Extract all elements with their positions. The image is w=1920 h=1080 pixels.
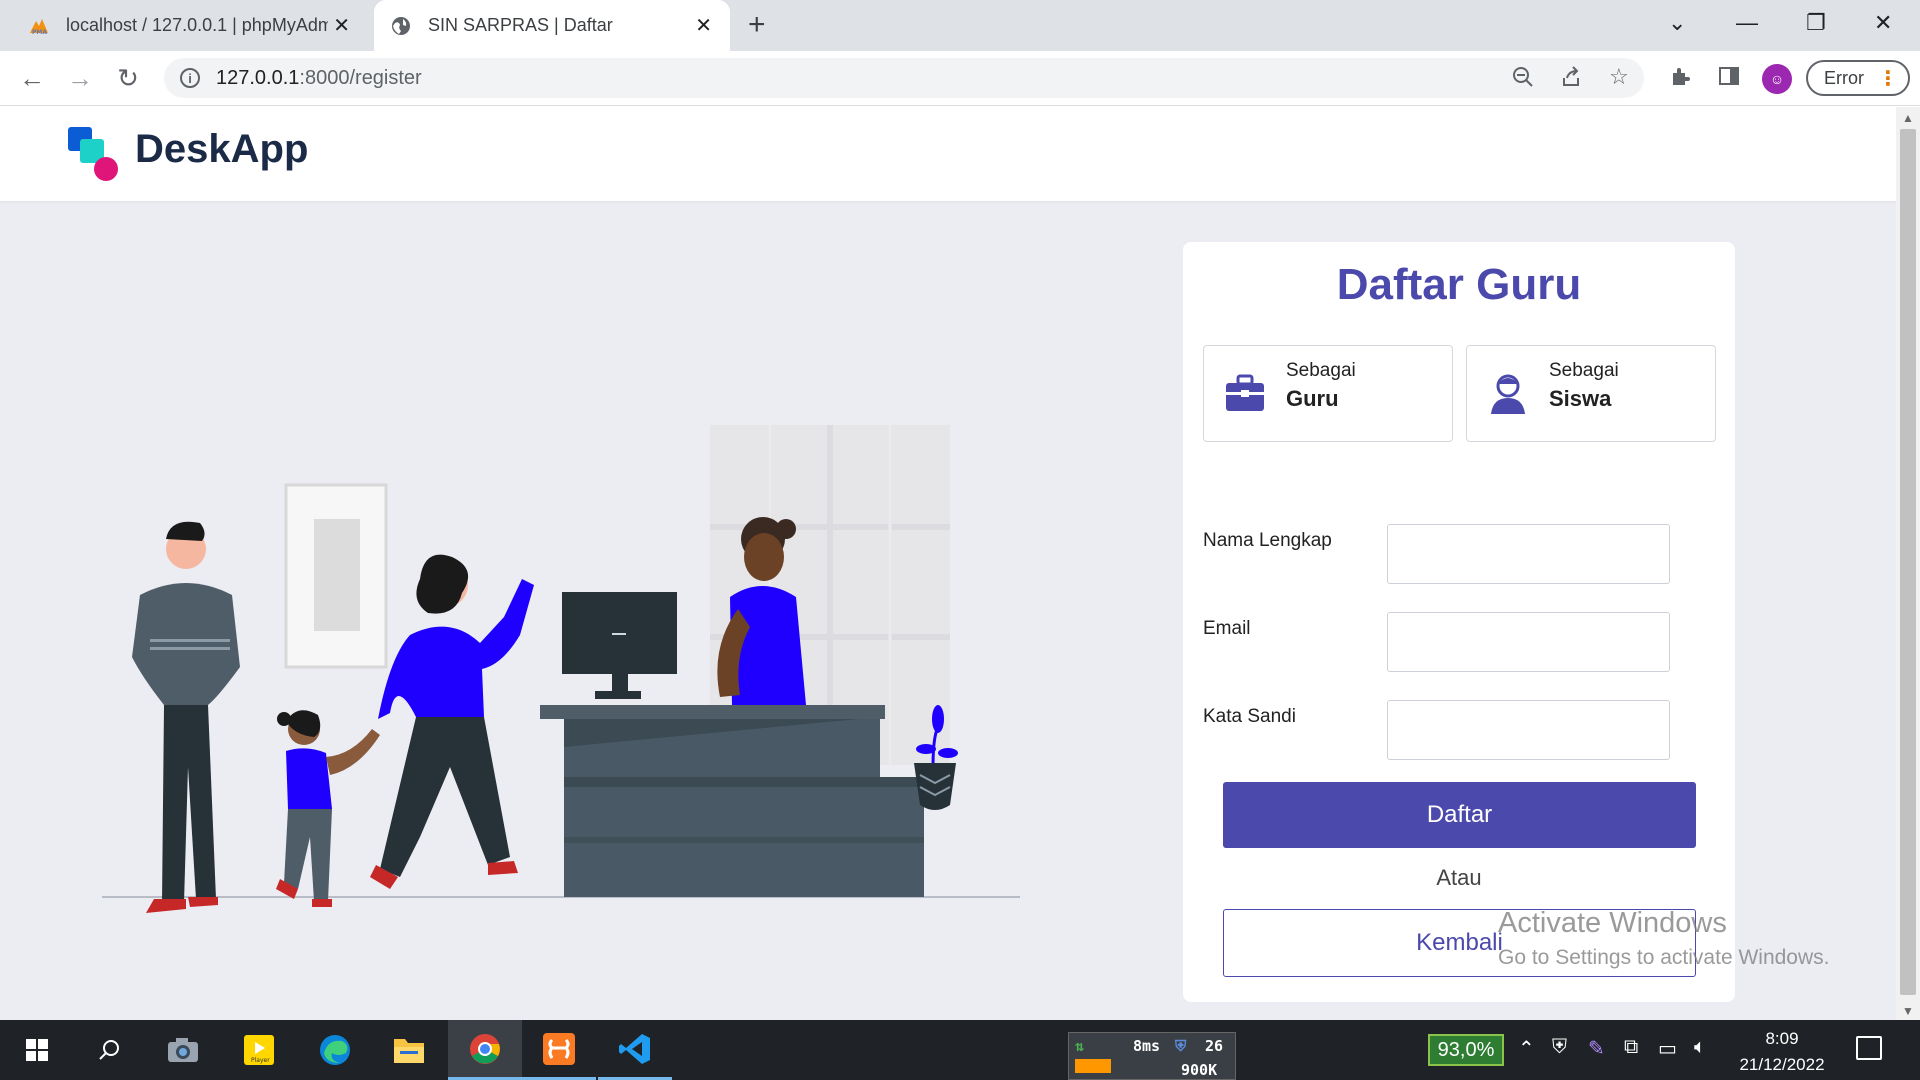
- role-prefix: Sebagai: [1286, 360, 1356, 381]
- nama-lengkap-label: Nama Lengkap: [1203, 530, 1332, 551]
- windows-logo-icon: [26, 1039, 48, 1061]
- tab-title: localhost / 127.0.0.1 | phpMyAdmin: [66, 15, 328, 35]
- site-header: DeskApp: [0, 107, 1896, 201]
- media-player-icon: Player: [244, 1035, 274, 1065]
- tab-strip: PMA localhost / 127.0.0.1 | phpMyAdmin ✕…: [0, 0, 1920, 51]
- security-shield-icon[interactable]: ⛨: [1552, 1036, 1567, 1059]
- taskbar-clock[interactable]: 8:09 21/12/2022: [1730, 1026, 1834, 1078]
- role-guru-button[interactable]: Sebagai Guru: [1203, 345, 1453, 442]
- tab-daftar[interactable]: SIN SARPRAS | Daftar ✕: [374, 0, 730, 51]
- battery-percentage[interactable]: 93,0%: [1428, 1034, 1504, 1066]
- profile-avatar[interactable]: ☺: [1762, 64, 1792, 94]
- minimize-icon[interactable]: —: [1736, 10, 1758, 36]
- reload-icon[interactable]: ↻: [112, 63, 144, 94]
- register-card: Daftar Guru Sebagai Guru Sebagai Siswa N…: [1183, 242, 1735, 1002]
- bar-graph-icon: [1075, 1059, 1111, 1073]
- page-viewport: DeskApp Daftar Guru Sebagai Guru Sebagai…: [0, 107, 1896, 1020]
- net-count: 26: [1205, 1037, 1224, 1055]
- extensions-icon[interactable]: [1670, 65, 1692, 93]
- close-tab-icon[interactable]: ✕: [695, 13, 712, 38]
- taskbar-camera-app[interactable]: [146, 1020, 220, 1080]
- device-icon[interactable]: ⧉: [1624, 1036, 1638, 1059]
- taskbar-chrome-app[interactable]: [448, 1020, 522, 1080]
- folder-icon: [394, 1039, 424, 1063]
- role-label: Siswa: [1549, 386, 1612, 411]
- net-ping: 8ms: [1133, 1037, 1161, 1055]
- or-divider-text: Atau: [1436, 865, 1482, 890]
- nama-lengkap-input[interactable]: [1387, 524, 1670, 584]
- taskbar-vscode-app[interactable]: [598, 1020, 672, 1080]
- net-speed: 900K: [1181, 1061, 1218, 1079]
- search-icon: [99, 1040, 119, 1060]
- scroll-down-icon[interactable]: ▼: [1902, 1004, 1914, 1018]
- camera-icon: [168, 1038, 198, 1062]
- forward-icon[interactable]: →: [64, 63, 96, 94]
- network-arrows-icon: ⇅: [1075, 1037, 1085, 1055]
- brand-name: DeskApp: [135, 127, 309, 171]
- url-text: 127.0.0.1:8000/register: [216, 66, 422, 89]
- svg-text:Player: Player: [251, 1057, 270, 1064]
- volume-icon[interactable]: 🔈︎: [1694, 1036, 1706, 1059]
- daftar-button[interactable]: Daftar: [1223, 782, 1696, 848]
- kata-sandi-input[interactable]: [1387, 700, 1670, 760]
- family-reception-illustration: [102, 425, 1020, 913]
- restore-icon[interactable]: ❐: [1806, 10, 1826, 36]
- close-window-icon[interactable]: ✕: [1874, 10, 1892, 36]
- side-panel-icon[interactable]: [1718, 65, 1740, 93]
- student-icon: [1491, 374, 1525, 414]
- svg-text:PMA: PMA: [32, 29, 47, 35]
- vscode-icon: [619, 1033, 650, 1064]
- phpmyadmin-icon: PMA: [28, 15, 50, 37]
- chrome-icon: [470, 1033, 500, 1064]
- address-bar[interactable]: i 127.0.0.1:8000/register ☆: [164, 58, 1644, 98]
- search-button[interactable]: [72, 1020, 146, 1080]
- notification-center-icon[interactable]: [1856, 1036, 1882, 1060]
- share-icon[interactable]: [1561, 66, 1583, 94]
- bookmark-star-icon[interactable]: ☆: [1609, 64, 1629, 90]
- back-icon[interactable]: ←: [16, 63, 48, 94]
- taskbar-edge-app[interactable]: [298, 1020, 372, 1080]
- role-prefix: Sebagai: [1549, 360, 1619, 381]
- role-label: Guru: [1286, 386, 1339, 411]
- register-title: Daftar Guru: [1336, 260, 1582, 309]
- tab-search-chevron-icon[interactable]: ⌄: [1668, 10, 1686, 36]
- battery-icon[interactable]: ▭: [1658, 1036, 1677, 1061]
- site-info-icon[interactable]: i: [180, 68, 200, 88]
- tab-title: SIN SARPRAS | Daftar: [428, 15, 613, 35]
- deskapp-logo-icon: [68, 127, 118, 181]
- taskbar-xampp-app[interactable]: [522, 1020, 596, 1080]
- zoom-icon[interactable]: [1512, 66, 1534, 94]
- clock-date: 21/12/2022: [1739, 1055, 1825, 1074]
- kembali-button[interactable]: Kembali: [1223, 909, 1696, 977]
- email-label: Email: [1203, 618, 1251, 639]
- profile-error-button[interactable]: Error ⋮: [1806, 60, 1910, 96]
- menu-dots-icon[interactable]: ⋮: [1878, 66, 1898, 91]
- tab-phpmyadmin[interactable]: PMA localhost / 127.0.0.1 | phpMyAdmin ✕: [28, 0, 368, 51]
- network-meter-widget[interactable]: ⇅ 8ms ⛨ 26 900K: [1068, 1032, 1236, 1080]
- start-button[interactable]: [0, 1020, 74, 1080]
- clock-time: 8:09: [1765, 1029, 1799, 1048]
- windows-taskbar: Player ⇅ 8ms ⛨ 26 900K 93,0% ⌃ ⛨ ✎ ⧉ ▭ 🔈…: [0, 1020, 1920, 1080]
- address-toolbar: ← → ↻ i 127.0.0.1:8000/register ☆ ☺ Erro…: [0, 51, 1920, 106]
- taskbar-explorer-app[interactable]: [372, 1020, 446, 1080]
- pen-icon[interactable]: ✎: [1588, 1036, 1605, 1061]
- role-siswa-button[interactable]: Sebagai Siswa: [1466, 345, 1716, 442]
- new-tab-icon[interactable]: +: [748, 10, 766, 40]
- kata-sandi-label: Kata Sandi: [1203, 706, 1296, 727]
- scroll-up-icon[interactable]: ▲: [1902, 111, 1914, 125]
- globe-icon: [390, 15, 412, 37]
- page-scrollbar[interactable]: ▲ ▼: [1896, 107, 1920, 1020]
- email-input[interactable]: [1387, 612, 1670, 672]
- close-tab-icon[interactable]: ✕: [333, 13, 350, 38]
- xampp-icon: [543, 1032, 575, 1065]
- briefcase-icon: [1226, 374, 1264, 411]
- shield-small-icon: ⛨: [1175, 1037, 1187, 1055]
- scrollbar-thumb[interactable]: [1900, 129, 1916, 995]
- edge-icon: [320, 1035, 350, 1065]
- profile-error-label: Error: [1824, 67, 1864, 88]
- taskbar-player-app[interactable]: Player: [222, 1020, 296, 1080]
- show-hidden-icons-chevron-icon[interactable]: ⌃: [1518, 1036, 1535, 1061]
